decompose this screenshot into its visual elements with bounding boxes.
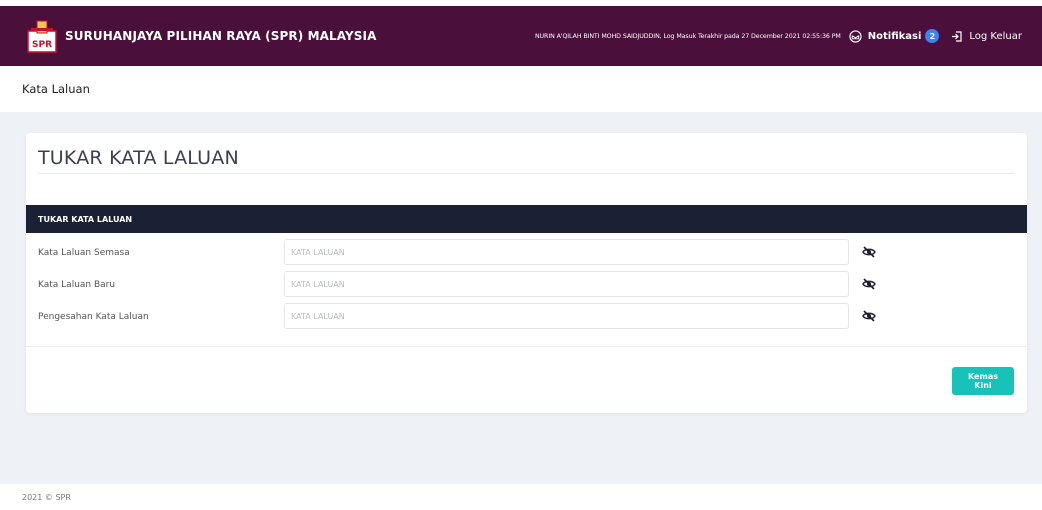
eye-slash-icon[interactable] [862,245,876,259]
mail-icon [849,29,862,43]
update-button[interactable]: Kemas Kini [952,367,1014,395]
breadcrumb: Kata Laluan [22,82,90,96]
footer: 2021 © SPR [0,484,1042,510]
current-password-row: Kata Laluan Semasa [26,239,1027,267]
logo-text: SPR [32,40,52,50]
logout-icon [952,30,962,42]
top-navbar: SPR SURUHANJAYA PILIHAN RAYA (SPR) MALAY… [0,0,1042,66]
eye-slash-icon[interactable] [862,277,876,291]
current-password-label: Kata Laluan Semasa [38,248,130,258]
footer-copyright: 2021 © SPR [22,492,71,502]
new-password-input[interactable] [284,271,849,297]
new-password-label: Kata Laluan Baru [38,280,116,290]
current-password-input[interactable] [284,239,849,265]
title-divider [38,173,1014,174]
eye-slash-icon[interactable] [862,309,876,323]
confirm-password-row: Pengesahan Kata Laluan [26,303,1027,331]
page-header: Kata Laluan [0,66,1042,112]
notification-count-badge: 2 [925,29,940,43]
logout-label: Log Keluar [969,30,1022,42]
user-login-info: NURIN A'QILAH BINTI MOHD SAIDJUDDIN, Log… [534,32,841,40]
confirm-password-input[interactable] [284,303,849,329]
notification-button[interactable]: Notifikasi 2 [849,29,940,43]
change-password-card: TUKAR KATA LALUAN TUKAR KATA LALUAN Kata… [26,133,1027,413]
confirm-password-label: Pengesahan Kata Laluan [38,312,149,322]
section-header: TUKAR KATA LALUAN [26,205,1027,233]
page-title: TUKAR KATA LALUAN [38,147,239,169]
form-divider [26,346,1027,347]
spr-logo: SPR [27,19,57,53]
brand-title: SURUHANJAYA PILIHAN RAYA (SPR) MALAYSIA [65,29,377,43]
notification-label: Notifikasi [867,30,922,42]
new-password-row: Kata Laluan Baru [26,271,1027,299]
logout-button[interactable]: Log Keluar [951,31,1022,42]
